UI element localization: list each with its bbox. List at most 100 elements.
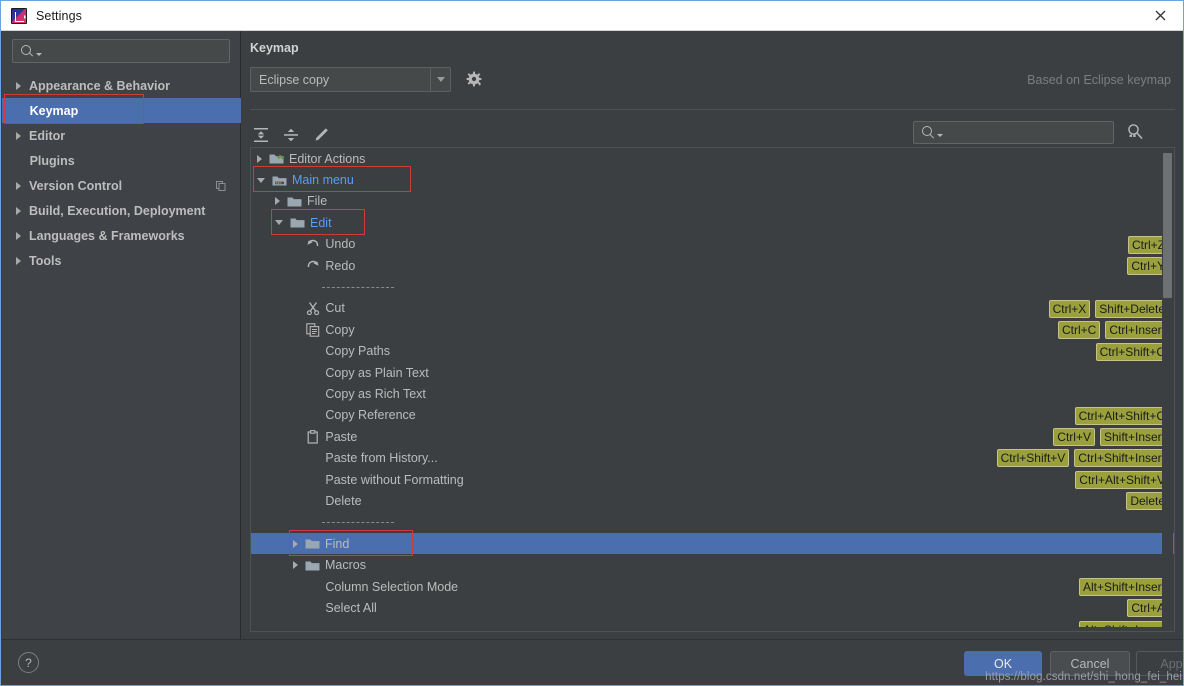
undo-icon [305,237,320,251]
shortcut-badge: Ctrl+X [1048,299,1091,318]
tree-row[interactable]: Cut Ctrl+X Shift+Delete [251,298,1174,319]
sidebar-item-appearance-behavior[interactable]: Appearance & Behavior [2,73,241,98]
shortcut-badge: Ctrl+C [1057,321,1101,340]
chevron-right-icon[interactable] [257,154,262,163]
shortcut-badge: Shift+Delete [1095,299,1169,318]
divider [250,109,1175,110]
folder-icon [305,537,320,551]
shortcut-badges: Ctrl+Shift+V Ctrl+Shift+Insert [996,449,1169,468]
chevron-right-icon[interactable] [16,131,21,140]
editor-actions-folder-icon [269,152,284,166]
menu-separator-line [322,521,395,523]
help-button[interactable]: ? [18,652,39,673]
sidebar-search-input[interactable] [46,44,229,58]
tree-scrollbar[interactable] [1162,149,1173,630]
tree-row[interactable]: Copy Paths Ctrl+Shift+C [251,341,1174,362]
title-bar: Settings [1,1,1183,31]
tree-row[interactable]: Copy as Plain Text [251,362,1174,383]
tree-row[interactable]: Column Selection Mode Alt+Shift+Insert [251,576,1174,597]
tree-row[interactable]: Undo Ctrl+Z [251,234,1174,255]
collapse-all-icon[interactable] [280,124,302,146]
tree-row-label: Undo [325,237,356,252]
settings-dialog: Settings Appearance & Behavior Keymap Edit… [0,0,1184,686]
tree-row[interactable]: Copy Reference Ctrl+Alt+Shift+C [251,405,1174,426]
tree-row[interactable]: Main menu [251,169,1174,190]
chevron-down-icon[interactable] [275,220,283,226]
tree-icon-spacer [305,366,320,380]
sidebar-item-label: Editor [29,128,66,143]
redo-icon [305,259,320,273]
sidebar-item-label: Keymap [29,103,79,118]
sidebar-item-editor[interactable]: Editor [2,123,241,148]
shortcut-badge: Ctrl+Shift+Insert [1074,449,1169,468]
shortcut-badge: Ctrl+Shift+C [1095,342,1169,361]
folder-icon [305,558,320,572]
pencil-edit-icon[interactable] [310,124,332,146]
chevron-right-icon[interactable] [16,206,21,215]
sidebar-item-build-execution-deployment[interactable]: Build, Execution, Deployment [2,198,241,223]
tree-row[interactable]: Paste without Formatting Ctrl+Alt+Shift+V [251,469,1174,490]
tree-row[interactable]: Editor Actions [251,148,1174,169]
keymap-dropdown[interactable]: Eclipse copy [250,67,451,92]
tree-row[interactable]: Redo Ctrl+Y [251,255,1174,276]
tree-separator [251,512,1174,533]
main-menu-folder-icon [272,173,287,187]
sidebar-item-languages-frameworks[interactable]: Languages & Frameworks [2,223,241,248]
tree-icon-spacer [305,601,320,615]
tree-row[interactable]: File [251,191,1174,212]
tree-row[interactable]: Edit [251,212,1174,233]
tree-row-label: Copy as Rich Text [325,386,426,401]
keymap-search-box[interactable] [913,121,1114,144]
sidebar-item-plugins[interactable]: Plugins [2,148,241,173]
sidebar-search-box[interactable] [12,39,230,63]
folder-icon [290,216,305,230]
tree-row[interactable]: Paste from History... Ctrl+Shift+V Ctrl+Sh… [251,447,1174,468]
tree-row-label: Paste [325,429,358,444]
tree-icon-spacer [305,387,320,401]
sidebar-item-list: Appearance & Behavior Keymap Editor Plugins… [2,73,241,273]
chevron-down-icon [36,52,42,56]
chevron-right-icon[interactable] [275,197,280,206]
keymap-dropdown-value: Eclipse copy [259,72,330,87]
tree-scrollbar-thumb[interactable] [1163,153,1172,298]
close-icon[interactable] [1138,1,1183,30]
shortcut-badge: Ctrl+Alt+Shift+V [1075,470,1169,489]
chevron-right-icon[interactable] [16,81,21,90]
tree-row[interactable]: Alt+Shift+Insert [251,619,1174,627]
tree-row[interactable]: Select All Ctrl+A [251,597,1174,618]
expand-all-icon[interactable] [250,124,272,146]
keymap-search-input[interactable] [947,125,1113,140]
sidebar-item-keymap[interactable]: Keymap [2,98,241,123]
chevron-right-icon[interactable] [293,561,298,570]
tree-row[interactable]: Copy as Rich Text [251,383,1174,404]
tree-row[interactable]: Copy Ctrl+C Ctrl+Insert [251,319,1174,340]
watermark-text: https://blog.csdn.net/shi_hong_fei_hei [985,671,1182,683]
chevron-right-icon[interactable] [16,181,21,190]
chevron-down-icon[interactable] [257,177,265,183]
tree-row[interactable]: Find [251,533,1174,555]
tree-icon-spacer [305,408,320,422]
chevron-right-icon[interactable] [293,539,298,548]
find-by-shortcut-icon[interactable] [1125,122,1145,142]
tree-icon-spacer [305,619,320,627]
shortcut-badge: Shift+Insert [1099,428,1169,447]
gear-icon[interactable] [465,71,483,89]
sidebar-item-tools[interactable]: Tools [2,248,241,273]
tree-row[interactable]: Macros [251,554,1174,575]
chevron-right-icon[interactable] [16,256,21,265]
sidebar-item-version-control[interactable]: Version Control [2,173,241,198]
tree-icon-spacer [305,451,320,465]
chevron-right-icon[interactable] [16,231,21,240]
tree-row[interactable]: Delete Delete [251,490,1174,511]
tree-row[interactable]: Paste Ctrl+V Shift+Insert [251,426,1174,447]
tree-row-label: Find [325,536,350,551]
tree-icon-spacer [305,494,320,508]
